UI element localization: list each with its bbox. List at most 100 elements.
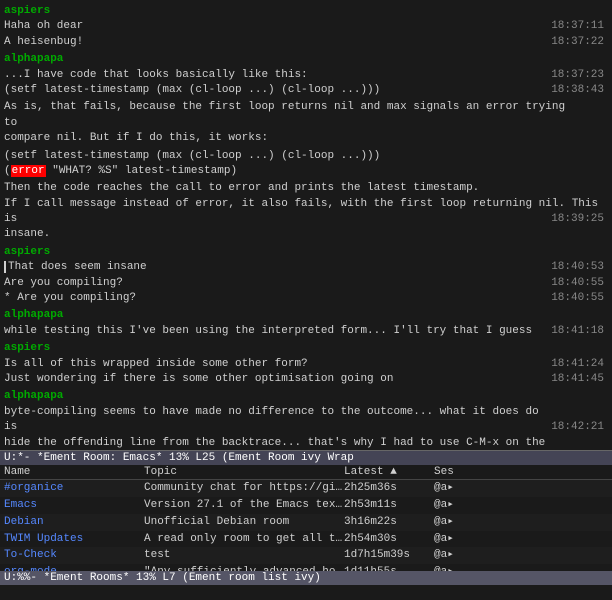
col-header-name: Name (4, 466, 144, 478)
room-row[interactable]: TWIM Updates A read only room to get all… (0, 531, 612, 548)
message-block: (setf latest-timestamp (max (cl-loop ...… (4, 149, 608, 180)
room-latest: 1d11h55s (344, 565, 434, 571)
message-line: compare nil. But if I do this, it works: (4, 131, 608, 146)
message-text: * Are you compiling? (4, 292, 206, 304)
message-line: Are you compiling? 18:40:55 (4, 276, 608, 291)
message-block: alphapapa byte-compiling seems to have m… (4, 389, 608, 450)
room-ses: @a▸ (434, 498, 474, 513)
message-block: aspiers Is all of this wrapped inside so… (4, 341, 608, 387)
author-aspiers: aspiers (4, 5, 50, 17)
rooms-header: Name Topic Latest ▲ Ses (0, 465, 612, 480)
message-block: Then the code reaches the call to error … (4, 181, 608, 243)
message-text: A heisenbug! (4, 36, 153, 48)
timestamp: 18:37:11 (551, 19, 604, 34)
room-link[interactable]: Emacs (4, 499, 37, 511)
timestamp: 18:40:55 (551, 291, 604, 306)
room-name[interactable]: TWIM Updates (4, 532, 144, 547)
message-text: Then the code reaches the call to error … (4, 182, 549, 194)
timestamp: 18:37:22 (551, 35, 604, 50)
message-line: insane. (4, 227, 608, 242)
room-latest: 3h16m22s (344, 515, 434, 530)
room-link[interactable]: TWIM Updates (4, 533, 83, 545)
code-text: (error "WHAT? %S" latest-timestamp) (4, 165, 307, 177)
room-row[interactable]: Emacs Version 27.1 of the Emacs text e..… (0, 497, 612, 514)
col-header-topic: Topic (144, 466, 344, 478)
message-text: ...I have code that looks basically like… (4, 69, 378, 81)
message-block: aspiers That does seem insane 18:40:53 A… (4, 245, 608, 307)
timestamp: 18:41:18 (551, 324, 604, 339)
timestamp: 18:40:55 (551, 276, 604, 291)
author-aspiers: aspiers (4, 246, 50, 258)
rooms-list: #organice Community chat for https://git… (0, 480, 612, 571)
rooms-area: Name Topic Latest ▲ Ses #organice Commun… (0, 465, 612, 571)
room-topic: Community chat for https://githu... (144, 481, 344, 496)
room-name[interactable]: #organice (4, 481, 144, 496)
room-link[interactable]: #organice (4, 482, 63, 494)
message-text: compare nil. But if I do this, it works: (4, 132, 338, 144)
message-text: Is all of this wrapped inside some other… (4, 358, 378, 370)
message-line: Haha oh dear 18:37:11 (4, 19, 608, 34)
rooms-mode-text: U:%%- *Ement Rooms* 13% L7 (Ement room l… (4, 572, 321, 584)
room-link[interactable]: To-Check (4, 549, 57, 561)
message-line: aspiers (4, 4, 608, 19)
code-text: (setf latest-timestamp (max (cl-loop ...… (4, 150, 450, 162)
message-block: alphapapa while testing this I've been u… (4, 308, 608, 339)
message-text: while testing this I've been using the i… (4, 325, 602, 337)
room-row[interactable]: Debian Unofficial Debian room 3h16m22s @… (0, 514, 612, 531)
timestamp: 18:40:53 (551, 260, 604, 275)
message-line: alphapapa (4, 52, 608, 67)
room-latest: 2h54m30s (344, 532, 434, 547)
room-ses: @a▸ (434, 515, 474, 530)
message-text: That does seem insane (4, 261, 217, 273)
room-topic: "Any sufficiently advanced hobby... (144, 565, 344, 571)
chat-mode-text: U:*- *Ement Room: Emacs* 13% L25 (Ement … (4, 452, 354, 464)
room-name[interactable]: org-mode (4, 565, 144, 571)
room-ses: @a▸ (434, 565, 474, 571)
room-name[interactable]: To-Check (4, 548, 144, 563)
message-line: hide the offending line from the backtra… (4, 436, 608, 450)
message-line: ...I have code that looks basically like… (4, 68, 608, 83)
room-latest: 1d7h15m39s (344, 548, 434, 563)
message-text: insane. (4, 228, 120, 240)
room-latest: 2h25m36s (344, 481, 434, 496)
room-topic: Unofficial Debian room (144, 515, 344, 530)
timestamp: 18:37:23 (551, 68, 604, 83)
code-text: (setf latest-timestamp (max (cl-loop ...… (4, 84, 450, 96)
room-link[interactable]: Debian (4, 516, 44, 528)
author-alphapapa: alphapapa (4, 53, 63, 65)
room-name[interactable]: Emacs (4, 498, 144, 513)
room-row[interactable]: org-mode "Any sufficiently advanced hobb… (0, 564, 612, 571)
room-topic: Version 27.1 of the Emacs text e... (144, 498, 344, 513)
message-line: (setf latest-timestamp (max (cl-loop ...… (4, 83, 608, 98)
message-text: Just wondering if there is some other op… (4, 373, 463, 385)
message-line: alphapapa (4, 308, 608, 323)
message-line: Then the code reaches the call to error … (4, 181, 608, 196)
room-ses: @a▸ (434, 532, 474, 547)
message-line: If I call message instead of error, it a… (4, 197, 608, 228)
timestamp: 18:39:25 (551, 212, 604, 227)
room-latest: 2h53m11s (344, 498, 434, 513)
message-line: As is, that fails, because the first loo… (4, 100, 608, 131)
message-line: aspiers (4, 245, 608, 260)
message-block: aspiers Haha oh dear 18:37:11 A heisenbu… (4, 4, 608, 50)
author-alphapapa: alphapapa (4, 309, 63, 321)
room-topic: test (144, 548, 344, 563)
message-text: byte-compiling seems to have made no dif… (4, 406, 539, 433)
timestamp: 18:38:43 (551, 83, 604, 98)
message-line: Just wondering if there is some other op… (4, 372, 608, 387)
col-header-ses: Ses (434, 466, 474, 478)
message-line: That does seem insane 18:40:53 (4, 260, 608, 275)
message-line: Is all of this wrapped inside some other… (4, 357, 608, 372)
message-block: As is, that fails, because the first loo… (4, 100, 608, 146)
room-row[interactable]: To-Check test 1d7h15m39s @a▸ (0, 547, 612, 564)
message-text: hide the offending line from the backtra… (4, 437, 545, 450)
timestamp: 18:41:24 (551, 357, 604, 372)
message-line: A heisenbug! 18:37:22 (4, 35, 608, 50)
chat-area: aspiers Haha oh dear 18:37:11 A heisenbu… (0, 0, 612, 450)
message-text: As is, that fails, because the first loo… (4, 101, 565, 128)
col-header-latest: Latest ▲ (344, 466, 434, 478)
timestamp: 18:41:45 (551, 372, 604, 387)
room-name[interactable]: Debian (4, 515, 144, 530)
room-row[interactable]: #organice Community chat for https://git… (0, 480, 612, 497)
room-link[interactable]: org-mode (4, 566, 57, 571)
